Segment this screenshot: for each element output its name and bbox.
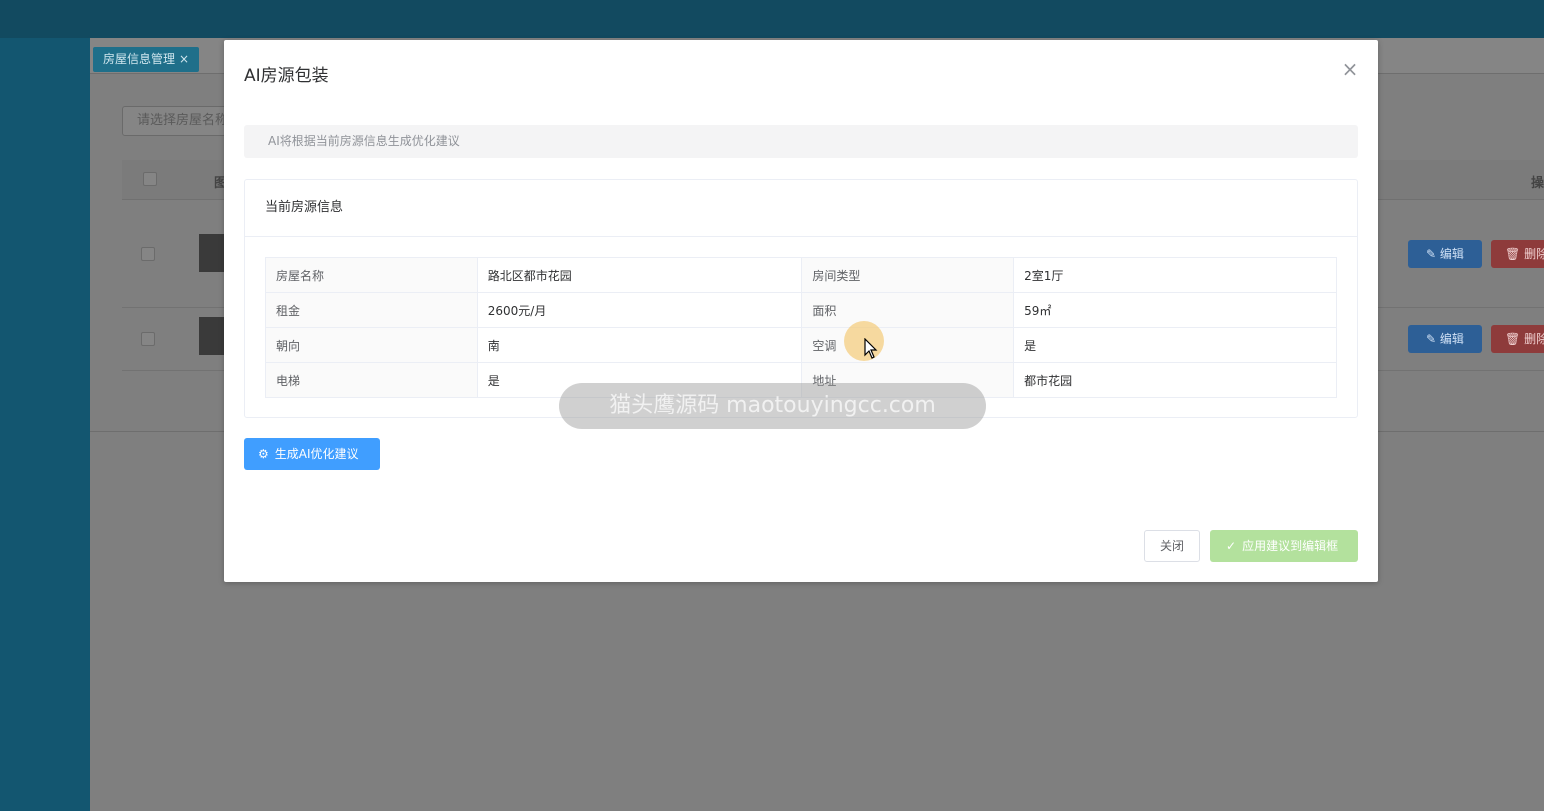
select-all-checkbox[interactable] xyxy=(143,172,157,186)
info-label: 租金 xyxy=(265,292,478,328)
info-label: 空调 xyxy=(801,327,1015,363)
info-value: 路北区都市花园 xyxy=(476,257,803,293)
info-label: 朝向 xyxy=(265,327,478,363)
magic-wand-icon: ⚙ xyxy=(258,447,269,461)
delete-button[interactable]: 🗑 删除 xyxy=(1491,325,1544,353)
row-checkbox[interactable] xyxy=(141,332,155,346)
info-label: 房间类型 xyxy=(801,257,1015,293)
check-icon: ✓ xyxy=(1226,539,1237,553)
info-label: 面积 xyxy=(801,292,1015,328)
info-value: 2室1厅 xyxy=(1013,257,1337,293)
card-title: 当前房源信息 xyxy=(245,180,1357,237)
top-navbar xyxy=(0,0,1544,38)
header-actions: 操 xyxy=(1531,176,1544,191)
tab-house-info[interactable]: 房屋信息管理 × xyxy=(93,47,200,72)
edit-button[interactable]: ✎ 编辑 xyxy=(1408,240,1482,268)
mouse-cursor-icon xyxy=(864,338,878,359)
house-thumbnail xyxy=(199,317,225,355)
ai-listing-dialog: AI房源包装 × AI将根据当前房源信息生成优化建议 当前房源信息 房屋名称 路北… xyxy=(224,40,1378,582)
close-button[interactable]: 关闭 xyxy=(1144,530,1200,562)
tab-close-icon[interactable]: × xyxy=(179,52,189,66)
info-value: 是 xyxy=(1013,327,1337,363)
info-value: 2600元/月 xyxy=(476,292,803,328)
close-icon[interactable]: × xyxy=(1340,57,1360,81)
apply-suggestion-button[interactable]: ✓ 应用建议到编辑框 xyxy=(1210,530,1358,562)
info-row: 租金 2600元/月 面积 59㎡ xyxy=(265,292,1337,328)
tab-label: 房屋信息管理 xyxy=(103,52,176,66)
info-value: 59㎡ xyxy=(1013,292,1337,328)
generate-ai-suggestion-button[interactable]: ⚙ 生成AI优化建议 xyxy=(244,438,380,470)
listing-info-table: 房屋名称 路北区都市花园 房间类型 2室1厅 租金 2600元/月 面积 59㎡ 朝向南空调是电… xyxy=(265,257,1337,398)
delete-button[interactable]: 🗑 删除 xyxy=(1491,240,1544,268)
info-value: 都市花园 xyxy=(1013,362,1337,398)
info-value: 南 xyxy=(476,327,803,363)
info-alert: AI将根据当前房源信息生成优化建议 xyxy=(244,125,1358,158)
row-checkbox[interactable] xyxy=(141,247,155,261)
sidebar xyxy=(0,38,90,811)
edit-button[interactable]: ✎ 编辑 xyxy=(1408,325,1482,353)
watermark: 猫头鹰源码 maotouyingcc.com xyxy=(559,383,986,429)
dialog-title: AI房源包装 xyxy=(244,66,329,86)
info-label: 电梯 xyxy=(265,362,478,398)
info-row: 朝向南空调是 xyxy=(265,327,1337,363)
house-thumbnail xyxy=(199,234,225,272)
info-label: 房屋名称 xyxy=(265,257,478,293)
info-row: 房屋名称 路北区都市花园 房间类型 2室1厅 xyxy=(265,257,1337,293)
